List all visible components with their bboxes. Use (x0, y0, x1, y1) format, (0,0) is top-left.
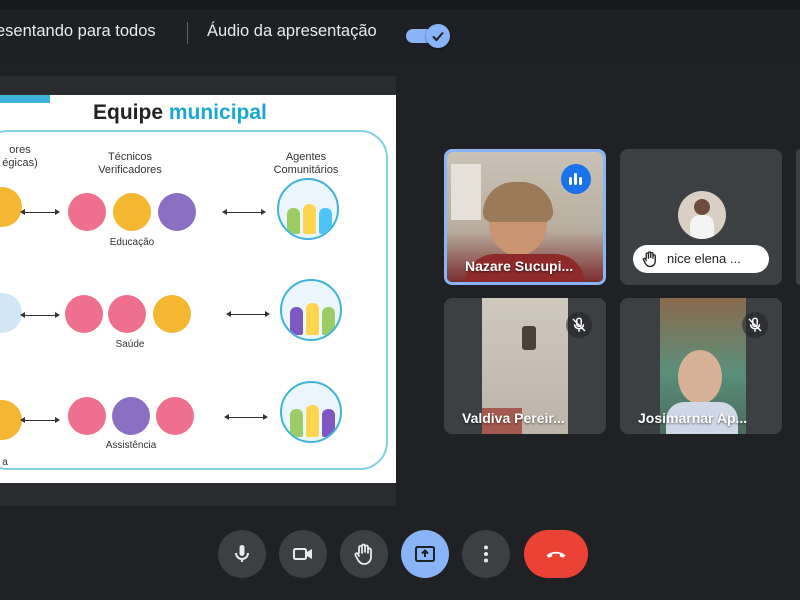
participant-name: Valdiva Pereir... (462, 410, 565, 426)
avatar-illustration (68, 193, 106, 231)
participant-tile[interactable]: Nazare Sucupi... (444, 149, 606, 285)
end-call-icon (546, 551, 566, 558)
mic-off-icon (572, 317, 586, 332)
avatar-illustration (108, 295, 146, 333)
more-options-button[interactable] (462, 530, 510, 578)
slide-title: Equipe municipal (93, 101, 267, 125)
col2-header-line1: Técnicos (107, 151, 153, 163)
avatar-illustration (68, 397, 106, 435)
col2-header: Técnicos Verificadores (88, 151, 172, 177)
arrow (20, 209, 60, 215)
community-agents-illustration (280, 279, 342, 341)
avatar-illustration (113, 193, 151, 231)
raise-hand-button[interactable] (340, 530, 388, 578)
more-options-icon (484, 545, 488, 563)
speaking-indicator (561, 164, 591, 194)
col1-header-line2: égicas) (2, 157, 38, 169)
camera-icon (293, 548, 312, 560)
mic-button[interactable] (218, 530, 266, 578)
raised-hand-badge: nice elena ... (633, 245, 769, 273)
toggle-thumb (426, 24, 450, 48)
raise-hand-icon (354, 543, 372, 565)
camera-button[interactable] (279, 530, 327, 578)
end-call-button[interactable] (524, 530, 588, 578)
divider (187, 22, 188, 44)
avatar-illustration (112, 397, 150, 435)
col1-header: ores égicas) (0, 144, 40, 170)
ceiling-fan (522, 326, 536, 350)
col3-header-line2: Comunitários (273, 164, 339, 176)
slide-title-highlight: municipal (168, 101, 267, 124)
presentation-bar: esentando para todos Áudio da apresentaç… (0, 0, 800, 64)
category-label: Assistência (105, 440, 157, 451)
presentation-audio-label: Áudio da apresentação (207, 22, 377, 40)
avatar-illustration (158, 193, 196, 231)
participant-name: Josimarnar Ap... (638, 410, 748, 426)
muted-indicator (566, 312, 592, 338)
shared-slide: Equipe municipal ores égicas) Técnicos V… (0, 95, 396, 483)
arrow (224, 414, 268, 420)
check-icon (432, 31, 444, 42)
col3-header-line1: Agentes (285, 151, 327, 163)
category-label: Saúde (115, 339, 145, 350)
participant-name: nice elena ... (667, 251, 741, 266)
participant-tile[interactable]: Josimarnar Ap... (620, 298, 782, 434)
col3-header: Agentes Comunitários (266, 151, 346, 177)
mic-off-icon (748, 317, 762, 332)
muted-indicator (742, 312, 768, 338)
participant-avatar (678, 191, 726, 239)
present-screen-icon (415, 546, 435, 562)
community-agents-illustration (280, 381, 342, 443)
avatar-illustration (156, 397, 194, 435)
mic-icon (235, 545, 249, 562)
avatar-illustration (153, 295, 191, 333)
arrow (226, 311, 270, 317)
presenting-status-text: esentando para todos (0, 22, 156, 40)
participant-tile[interactable]: Valdiva Pereir... (444, 298, 606, 434)
slide-title-main: Equipe (93, 101, 164, 124)
arrow (20, 312, 60, 318)
avatar-illustration (65, 295, 103, 333)
raise-hand-icon (642, 251, 656, 268)
present-screen-button[interactable] (401, 530, 449, 578)
participant-tile[interactable]: nice elena ... (620, 149, 782, 285)
category-label: Educação (109, 237, 155, 248)
participant-name: Nazare Sucupi... (465, 258, 574, 274)
person-head (678, 350, 722, 404)
presentation-audio-toggle[interactable] (404, 24, 450, 48)
community-agents-illustration (277, 178, 339, 240)
col1-header-line1: ores (9, 144, 31, 156)
arrow (20, 417, 60, 423)
participant-tile-partial[interactable] (796, 149, 800, 285)
arrow (222, 209, 266, 215)
slide-accent-bar (0, 95, 50, 103)
col2-header-line2: Verificadores (98, 164, 162, 176)
left-fragment-label: a (2, 457, 8, 468)
top-edge (0, 0, 800, 10)
window-shape (451, 164, 481, 220)
